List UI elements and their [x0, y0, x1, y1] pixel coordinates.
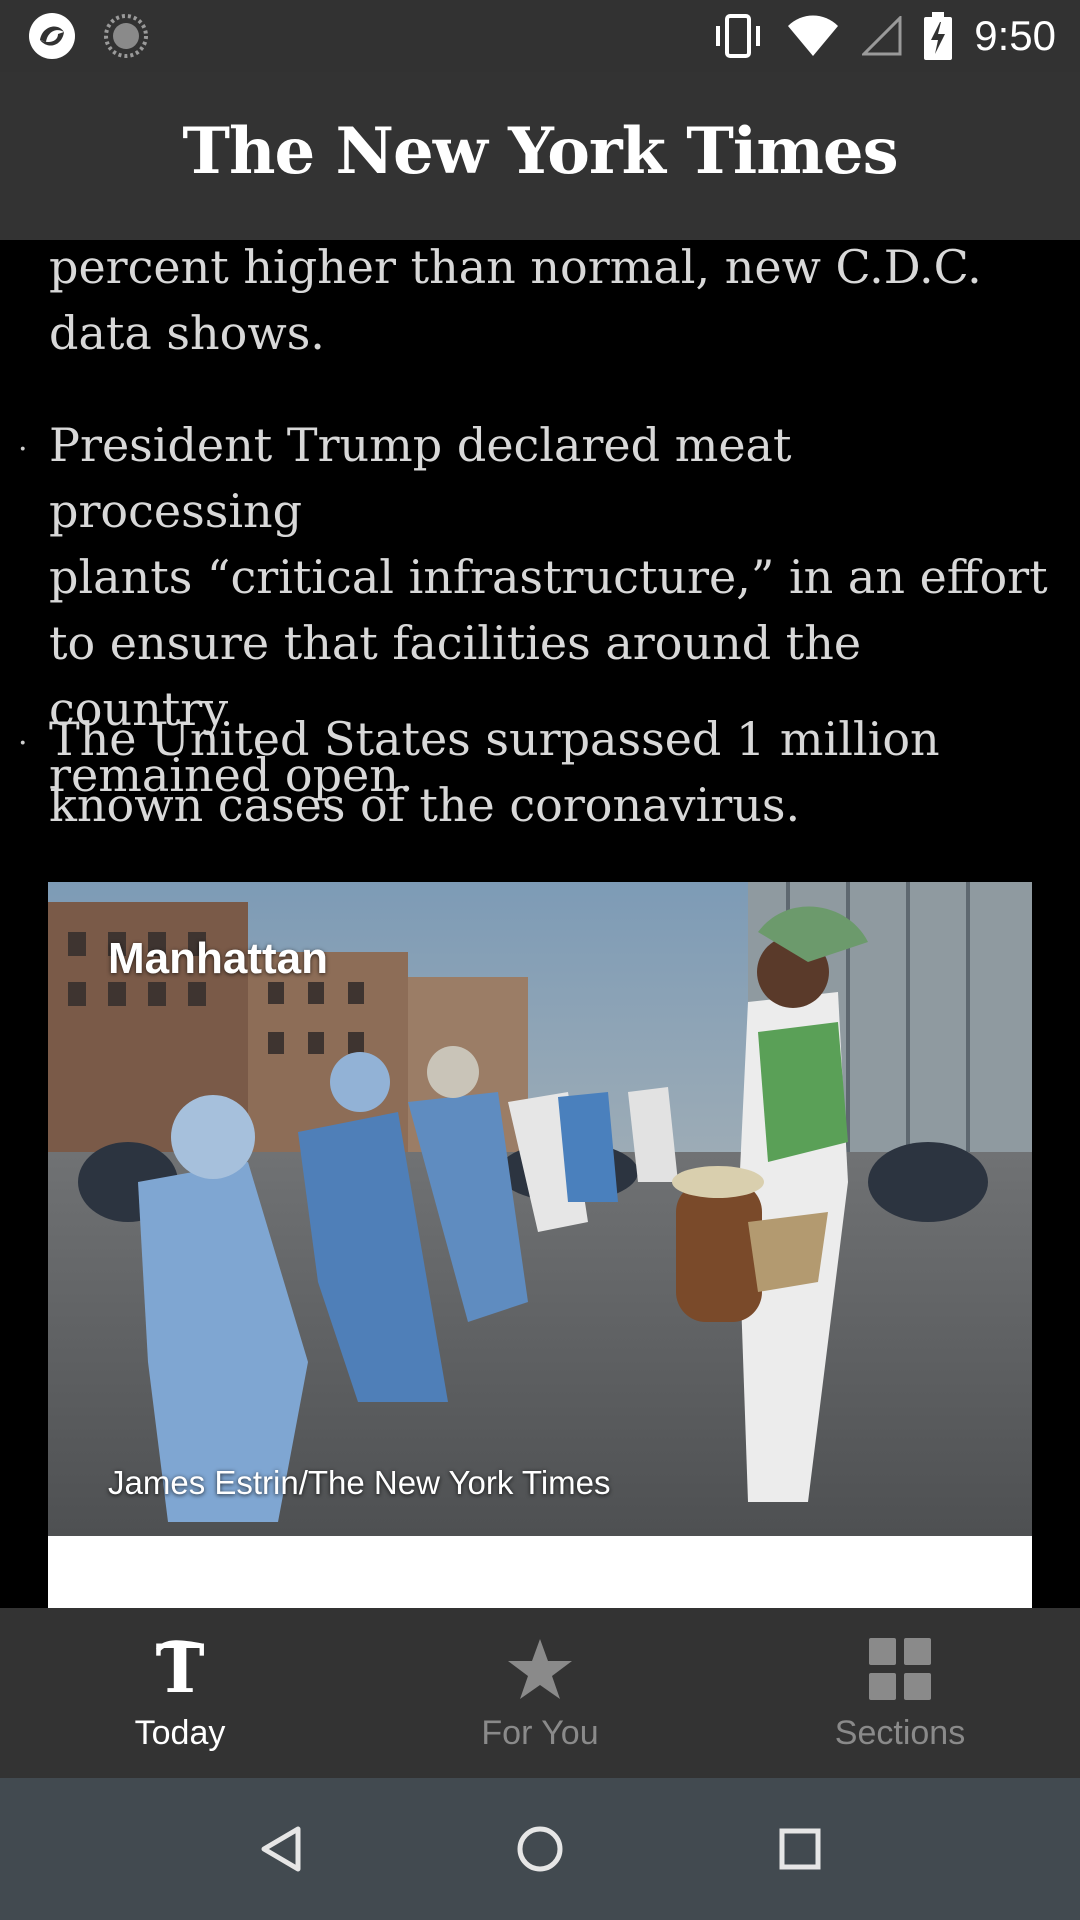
- paragraph-line: percent higher than normal, new C.D.C.: [49, 240, 982, 294]
- status-bar: 9:50: [0, 0, 1080, 72]
- tab-label: For You: [481, 1714, 599, 1752]
- app-header: The New York Times: [0, 72, 1080, 240]
- wifi-icon: [788, 15, 839, 56]
- sync-notification-icon: [102, 12, 150, 60]
- nyt-t-icon: T: [152, 1634, 208, 1704]
- home-icon[interactable]: [500, 1809, 580, 1889]
- article-paragraph: The United States surpassed 1 million kn…: [49, 706, 1049, 838]
- recents-icon[interactable]: [760, 1809, 840, 1889]
- bottom-navigation: T Today For You Sections: [0, 1608, 1080, 1778]
- tab-for-you[interactable]: For You: [360, 1608, 720, 1778]
- masthead-logo: The New York Times: [182, 113, 898, 189]
- paragraph-line: plants “critical infrastructure,” in an …: [49, 550, 1048, 604]
- next-card[interactable]: [48, 1536, 1032, 1608]
- photo-location-label: Manhattan: [108, 934, 328, 983]
- star-icon: [506, 1634, 574, 1704]
- paragraph-line: data shows.: [49, 306, 325, 360]
- app-notification-icon: [28, 12, 76, 60]
- status-time: 9:50: [974, 12, 1056, 59]
- tab-label: Today: [134, 1714, 226, 1752]
- system-navigation-bar: [0, 1778, 1080, 1920]
- article-content[interactable]: percent higher than normal, new C.D.C. d…: [0, 240, 1080, 1608]
- paragraph-line: President Trump declared meat processing: [49, 418, 792, 538]
- bullet-point: ·: [18, 432, 28, 467]
- back-icon[interactable]: [240, 1809, 320, 1889]
- article-photo[interactable]: Manhattan James Estrin/The New York Time…: [48, 882, 1032, 1536]
- paragraph-line: known cases of the coronavirus.: [49, 778, 801, 832]
- tab-label: Sections: [834, 1714, 966, 1752]
- grid-icon: [869, 1634, 931, 1704]
- vibrate-icon: [716, 14, 761, 58]
- battery-charging-icon: [924, 12, 953, 60]
- tab-today[interactable]: T Today: [0, 1608, 360, 1778]
- paragraph-line: The United States surpassed 1 million: [49, 712, 940, 766]
- photo-credit: James Estrin/The New York Times: [108, 1464, 611, 1501]
- bullet-point: ·: [18, 726, 28, 761]
- cell-signal-icon: [862, 16, 902, 56]
- tab-sections[interactable]: Sections: [720, 1608, 1080, 1778]
- article-paragraph: percent higher than normal, new C.D.C. d…: [49, 240, 1049, 366]
